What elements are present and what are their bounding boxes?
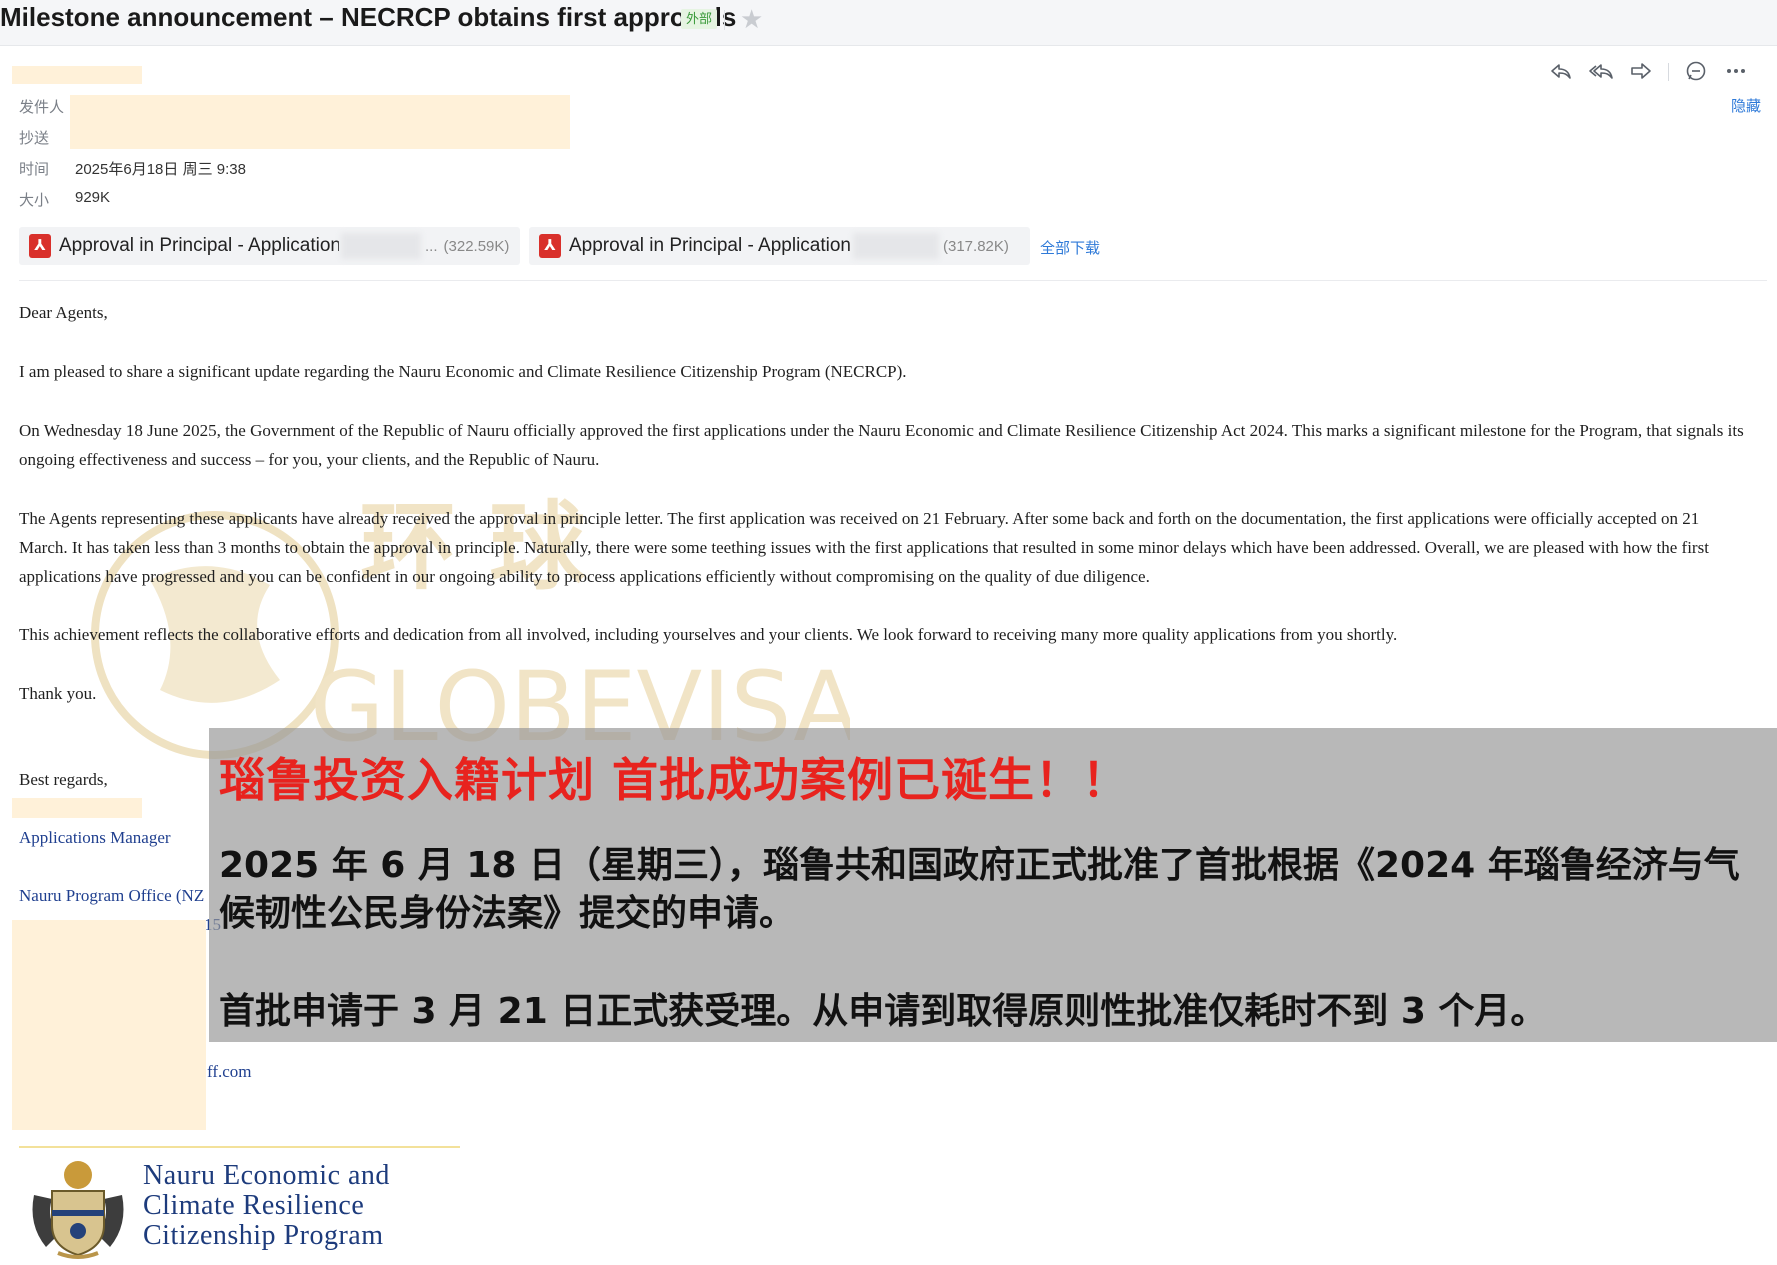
redacted-sender-name <box>12 66 142 84</box>
nauru-coat-of-arms-logo <box>32 1161 124 1259</box>
overlay-line-3: 首批申请于 3 月 21 日正式获受理。从申请到取得原则性批准仅耗时不到 3 个… <box>219 991 1547 1032</box>
comment-icon[interactable] <box>1683 59 1709 85</box>
redacted-recipients <box>70 95 570 149</box>
paragraph-3: The Agents representing these applicants… <box>19 509 1709 586</box>
hide-details-link[interactable]: 隐藏 <box>1731 95 1761 116</box>
logo-line-2: Climate Resilience <box>143 1190 365 1221</box>
redacted-signer-name <box>12 798 142 818</box>
logo-line-1: Nauru Economic and <box>143 1160 390 1191</box>
logo-rule <box>19 1146 460 1148</box>
email-title-bar: Milestone announcement – NECRCP obtains … <box>0 0 1777 46</box>
greeting: Dear Agents, <box>19 303 108 322</box>
paragraph-1: I am pleased to share a significant upda… <box>19 362 907 381</box>
star-icon[interactable]: ★ <box>740 4 763 35</box>
signature-title: Applications Manager <box>19 828 171 847</box>
chinese-summary-overlay: 瑙鲁投资入籍计划 首批成功案例已诞生！！ 2025 年 6 月 18 日（星期三… <box>209 728 1777 1042</box>
pdf-icon: ⅄ <box>29 234 51 258</box>
attachment-size: (317.82K) <box>943 237 1009 255</box>
paragraph-2: On Wednesday 18 June 2025, the Governmen… <box>19 421 1744 469</box>
download-all-link[interactable]: 全部下载 <box>1040 237 1100 258</box>
signature-email-tail[interactable]: ff.com <box>207 1062 252 1082</box>
size-label: 大小 <box>19 192 50 209</box>
regards-line: Best regards, <box>19 770 108 789</box>
email-subject: Milestone announcement – NECRCP obtains … <box>0 2 737 32</box>
toolbar-separator <box>1668 63 1669 81</box>
size-value: 929K <box>75 189 111 206</box>
attachment-1[interactable]: ⅄ Approval in Principal - Application ..… <box>19 227 520 265</box>
overlay-line-1: 2025 年 6 月 18 日（星期三），瑙鲁共和国政府正式批准了首批根据《20… <box>219 845 1740 886</box>
attachment-name: Approval in Principal - Application <box>569 235 851 256</box>
more-icon[interactable] <box>1723 59 1749 85</box>
from-label: 发件人 <box>19 99 65 116</box>
attachment-2[interactable]: ⅄ Approval in Principal - Application (3… <box>529 227 1030 265</box>
overlay-title: 瑙鲁投资入籍计划 首批成功案例已诞生！！ <box>219 753 1130 807</box>
external-badge: 外部 <box>681 9 718 29</box>
title-divider <box>724 10 725 30</box>
overlay-line-2: 候韧性公民身份法案》提交的申请。 <box>219 893 796 934</box>
attachment-ellipsis: ... <box>425 237 438 255</box>
reply-all-icon[interactable] <box>1588 59 1614 85</box>
logo-line-3: Citizenship Program <box>143 1220 384 1251</box>
time-value: 2025年6月18日 周三 9:38 <box>75 161 246 178</box>
signature-office: Nauru Program Office (NZ <box>19 886 205 905</box>
pdf-icon: ⅄ <box>539 234 561 258</box>
redacted-attachment-text <box>341 233 421 259</box>
reply-icon[interactable] <box>1548 59 1574 85</box>
cc-label: 抄送 <box>19 130 50 147</box>
message-toolbar <box>1548 58 1749 86</box>
header-divider <box>19 280 1767 281</box>
thanks-line: Thank you. <box>19 684 97 703</box>
paragraph-4: This achievement reflects the collaborat… <box>19 625 1398 644</box>
redacted-contact-block <box>12 920 206 1130</box>
redacted-attachment-text <box>853 233 939 259</box>
attachment-size: (322.59K) <box>443 237 510 255</box>
time-label: 时间 <box>19 161 50 178</box>
attachment-name: Approval in Principal - Application <box>59 235 339 256</box>
forward-icon[interactable] <box>1628 59 1654 85</box>
